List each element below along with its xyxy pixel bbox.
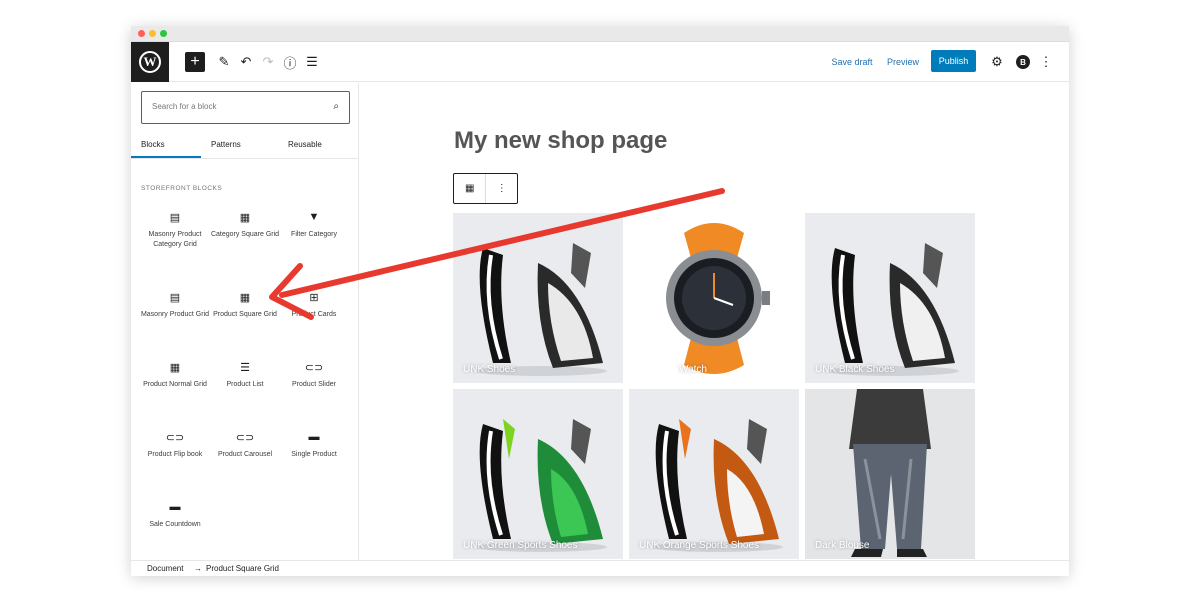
section-title: STOREFRONT BLOCKS (141, 185, 223, 192)
block-label: Product Carousel (217, 451, 273, 458)
product-name: UNK Green Sports Shoes (463, 540, 578, 551)
block-label: Masonry Product Category Grid (148, 231, 202, 248)
breadcrumb-current[interactable]: Product Square Grid (206, 564, 279, 573)
editor-window: W + ✎ ↶ ↷ ⓘ ☰ Save draft Preview Publish… (131, 26, 1069, 576)
plugin-b-badge: B (1016, 55, 1030, 69)
inserter-tabs: Blocks Patterns Reusable (131, 131, 359, 159)
search-icon[interactable]: ⌕ (333, 101, 339, 112)
shoe-image (651, 419, 783, 552)
masonry-icon: ▤ (169, 292, 181, 304)
block-category-square-grid[interactable]: ▦ Category Square Grid (210, 211, 280, 240)
block-sale-countdown[interactable]: ▬ Sale Countdown (140, 501, 210, 530)
grid-icon[interactable]: ▦ (454, 174, 485, 203)
wordpress-icon: W (139, 51, 161, 73)
block-label: Product Slider (292, 381, 336, 388)
product-card[interactable]: UNK Shoes (453, 213, 623, 383)
card-icon: ▬ (308, 431, 320, 443)
grid-icon: ▦ (169, 362, 181, 374)
card-icon: ▬ (169, 501, 181, 513)
more-options-icon[interactable]: ⋮ (485, 174, 517, 203)
info-icon[interactable]: ⓘ (281, 52, 299, 72)
undo-icon[interactable]: ↶ (237, 52, 255, 72)
plugin-b-icon[interactable]: B (1014, 52, 1032, 72)
product-card[interactable]: UNK Orange Sports Shoes (629, 389, 799, 559)
filter-icon: ▼ (308, 211, 320, 223)
breadcrumb-separator: → (194, 564, 202, 573)
product-card[interactable]: Watch (629, 213, 799, 383)
wordpress-logo[interactable]: W (131, 42, 169, 82)
shoe-image (475, 243, 607, 376)
tab-reusable[interactable]: Reusable (288, 140, 322, 149)
search-placeholder: Search for a block (152, 102, 217, 111)
grid-icon: ▦ (239, 292, 251, 304)
block-product-list[interactable]: ☰ Product List (210, 361, 280, 390)
table-icon: ⊞ (309, 292, 319, 304)
block-product-normal-grid[interactable]: ▦ Product Normal Grid (140, 361, 210, 390)
close-window-icon[interactable] (138, 30, 145, 37)
block-label: Single Product (291, 451, 337, 458)
block-label: Product Normal Grid (143, 381, 207, 388)
editor-topbar: W + ✎ ↶ ↷ ⓘ ☰ Save draft Preview Publish… (131, 42, 1069, 82)
block-product-square-grid[interactable]: ▦ Product Square Grid (210, 291, 280, 320)
active-tab-indicator (131, 156, 201, 158)
block-single-product[interactable]: ▬ Single Product (279, 431, 349, 460)
product-card[interactable]: UNK Green Sports Shoes (453, 389, 623, 559)
watch-image (666, 223, 770, 374)
block-product-slider[interactable]: ⊂⊃ Product Slider (279, 361, 349, 390)
product-card[interactable]: UNK Black Shoes (805, 213, 975, 383)
block-masonry-product-grid[interactable]: ▤ Masonry Product Grid (140, 291, 210, 320)
block-search-input[interactable]: Search for a block ⌕ (141, 91, 350, 124)
block-product-carousel[interactable]: ⊂⊃ Product Carousel (210, 431, 280, 460)
product-name: UNK Orange Sports Shoes (639, 540, 760, 551)
tab-patterns[interactable]: Patterns (211, 140, 241, 149)
shoe-image (475, 419, 607, 552)
breadcrumb-document[interactable]: Document (147, 564, 183, 573)
block-masonry-product-category-grid[interactable]: ▤ Masonry Product Category Grid (140, 211, 210, 250)
block-product-flip-book[interactable]: ⊂⊃ Product Flip book (140, 431, 210, 460)
shoe-image (827, 243, 959, 376)
save-draft-button[interactable]: Save draft (828, 52, 876, 72)
settings-gear-icon[interactable]: ⚙ (989, 52, 1005, 72)
list-icon: ☰ (240, 362, 250, 374)
tools-pencil-icon[interactable]: ✎ (215, 52, 233, 72)
tab-blocks[interactable]: Blocks (141, 140, 165, 149)
slider-icon: ⊂⊃ (304, 362, 324, 374)
slider-icon: ⊂⊃ (165, 432, 185, 444)
editor-canvas[interactable]: My new shop page ▦ ⋮ UNK Shoes Watch UNK… (360, 83, 1069, 560)
block-inserter-sidebar: Search for a block ⌕ Blocks Patterns Reu… (131, 83, 359, 561)
minimize-window-icon[interactable] (149, 30, 156, 37)
block-toolbar: ▦ ⋮ (453, 173, 518, 204)
model-image (849, 389, 931, 557)
product-name: Dark Blouse (815, 540, 870, 551)
block-label: Product Flip book (147, 451, 203, 458)
list-view-icon[interactable]: ☰ (303, 52, 321, 72)
grid-icon: ▦ (239, 212, 251, 224)
product-card[interactable]: Dark Blouse (805, 389, 975, 559)
more-options-icon[interactable]: ⋮ (1039, 52, 1053, 72)
block-label: Product List (226, 381, 264, 388)
product-name: UNK Black Shoes (815, 364, 895, 375)
redo-icon[interactable]: ↷ (259, 52, 277, 72)
maximize-window-icon[interactable] (160, 30, 167, 37)
page-title[interactable]: My new shop page (454, 127, 667, 155)
product-name: Watch (679, 364, 707, 375)
window-titlebar (131, 26, 1069, 42)
block-label: Category Square Grid (210, 231, 280, 238)
block-filter-category[interactable]: ▼ Filter Category (279, 211, 349, 240)
block-label: Product Cards (291, 311, 337, 318)
slider-icon: ⊂⊃ (235, 432, 255, 444)
publish-button[interactable]: Publish (931, 50, 976, 72)
block-product-cards[interactable]: ⊞ Product Cards (279, 291, 349, 320)
block-label: Masonry Product Grid (140, 311, 210, 318)
breadcrumb: Document → Product Square Grid (131, 560, 1069, 576)
block-label: Sale Countdown (149, 521, 201, 528)
product-name: UNK Shoes (463, 364, 516, 375)
block-label: Product Square Grid (213, 311, 277, 318)
block-label: Filter Category (291, 231, 337, 238)
masonry-icon: ▤ (169, 212, 181, 224)
preview-button[interactable]: Preview (884, 52, 922, 72)
add-block-button[interactable]: + (185, 52, 205, 72)
